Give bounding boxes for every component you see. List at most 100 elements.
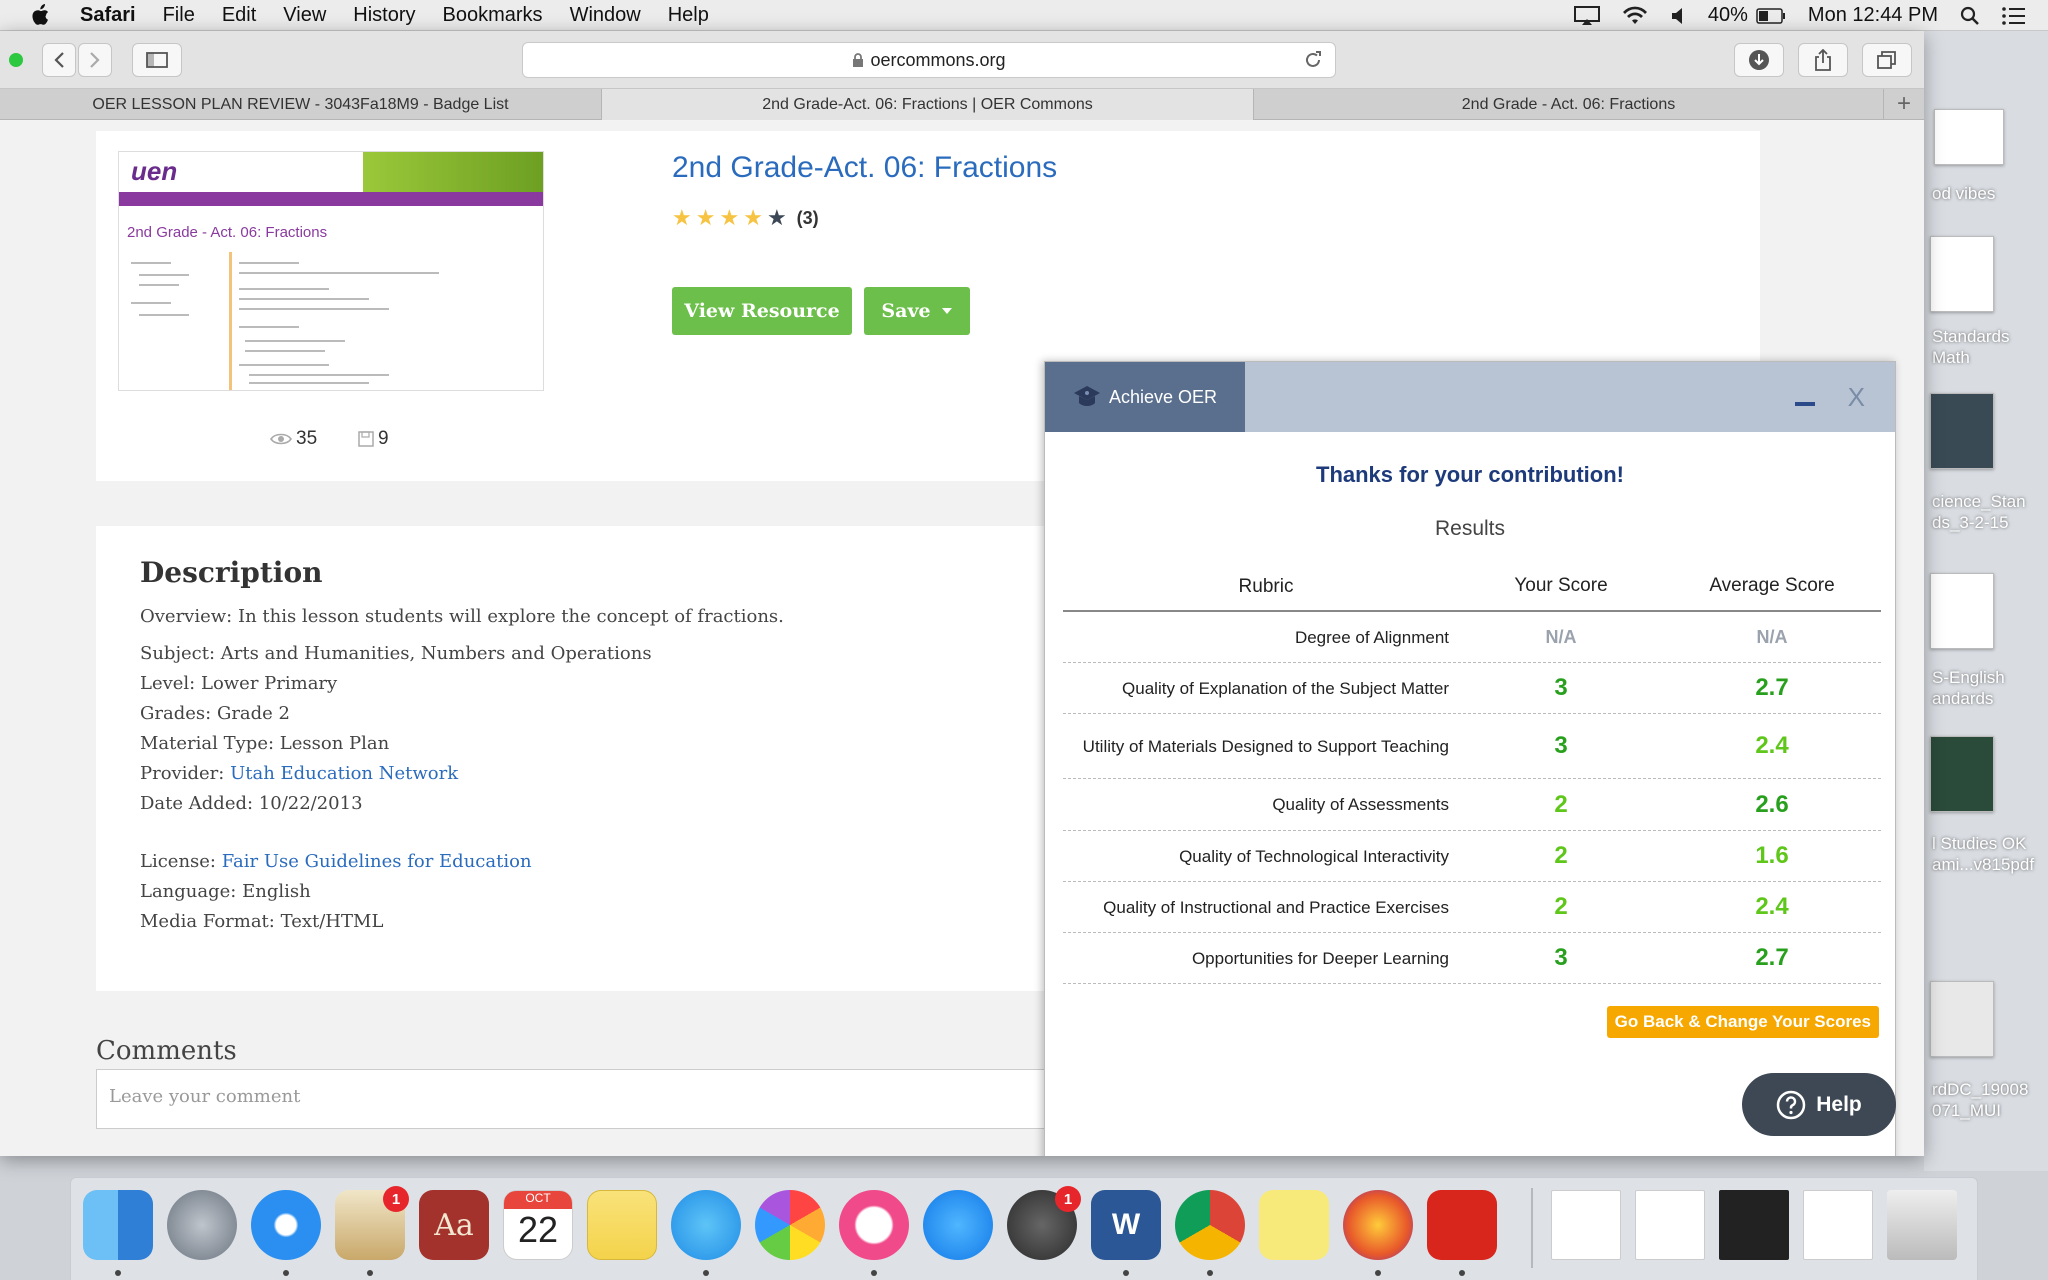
minimized-window-icon[interactable]	[1719, 1190, 1789, 1260]
level-line: Level: Lower Primary	[140, 673, 338, 694]
wifi-icon[interactable]	[1622, 6, 1648, 26]
average-score: 2.4	[1755, 732, 1789, 759]
provider-link[interactable]: Utah Education Network	[230, 763, 458, 784]
results-table: Rubric Your Score Average Score Degree o…	[1063, 562, 1881, 984]
desktop-file-icon[interactable]	[1934, 109, 2004, 165]
mail-icon[interactable]: 1	[335, 1186, 409, 1260]
photos-icon[interactable]	[755, 1190, 825, 1260]
system-preferences-icon[interactable]: 1	[1007, 1186, 1081, 1260]
desktop-file-icon[interactable]	[1930, 573, 1994, 649]
itunes-icon[interactable]	[839, 1190, 909, 1260]
grades-line: Grades: Grade 2	[140, 703, 291, 724]
menu-edit[interactable]: Edit	[222, 4, 256, 27]
chrome-icon[interactable]	[1175, 1190, 1245, 1260]
results-heading: Results	[1434, 517, 1506, 540]
oer-tab[interactable]: Achieve OER	[1045, 362, 1245, 432]
notes-icon[interactable]	[587, 1190, 657, 1260]
sidebar-toggle-button[interactable]	[132, 43, 182, 77]
go-back-change-scores-button[interactable]: Go Back & Change Your Scores	[1606, 1006, 1879, 1038]
help-button[interactable]: Help	[1742, 1073, 1896, 1136]
average-score: 2.6	[1755, 790, 1789, 818]
back-button[interactable]	[42, 43, 76, 77]
rubric-label: Quality of Instructional and Practice Ex…	[1103, 897, 1449, 917]
trash-icon[interactable]	[1887, 1190, 1957, 1260]
menu-history[interactable]: History	[353, 4, 415, 27]
desktop-drive-icon[interactable]	[1930, 981, 1994, 1057]
desktop-file-label: l Studies OK ami...v815pdf	[1932, 834, 2035, 874]
tab-badge-list[interactable]: OER LESSON PLAN REVIEW - 3043Fa18M9 - Ba…	[0, 89, 602, 120]
stickies-icon[interactable]	[1259, 1190, 1329, 1260]
table-header: Rubric Your Score Average Score	[1063, 562, 1881, 612]
address-bar[interactable]: oercommons.org	[522, 42, 1336, 78]
firefox-icon[interactable]	[1343, 1190, 1413, 1260]
minimized-window-icon[interactable]	[1803, 1190, 1873, 1260]
your-score: 3	[1554, 674, 1568, 701]
battery-icon[interactable]	[1756, 7, 1786, 24]
menu-view[interactable]: View	[283, 4, 326, 27]
table-row: Degree of Alignment N/A N/A	[1063, 612, 1881, 663]
word-icon[interactable]: W	[1091, 1190, 1161, 1260]
material-type-line: Material Type: Lesson Plan	[140, 733, 390, 754]
view-resource-button[interactable]: View Resource	[672, 287, 852, 335]
share-button[interactable]	[1798, 43, 1848, 77]
oer-panel-header: Achieve OER X	[1045, 362, 1895, 432]
question-circle-icon	[1776, 1090, 1806, 1119]
window-zoom-button[interactable]	[9, 53, 23, 67]
safari-icon[interactable]	[251, 1190, 321, 1260]
average-score: N/A	[1756, 626, 1788, 647]
tab-fractions[interactable]: 2nd Grade - Act. 06: Fractions	[1254, 89, 1884, 120]
minimized-window-icon[interactable]	[1635, 1190, 1705, 1260]
save-button[interactable]: Save	[864, 287, 970, 335]
achieve-oer-panel: Achieve OER X Thanks for your contributi…	[1044, 361, 1896, 1156]
tab-oer-commons[interactable]: 2nd Grade-Act. 06: Fractions | OER Commo…	[602, 89, 1254, 120]
description-heading: Description	[140, 556, 323, 589]
star-icon: ★	[695, 205, 716, 230]
menu-file[interactable]: File	[163, 4, 195, 27]
desktop-file-label: cience_Stan ds_3-2-15	[1932, 492, 2026, 532]
language-line: Language: English	[140, 881, 311, 902]
menu-safari[interactable]: Safari	[80, 4, 136, 27]
messages-icon[interactable]	[671, 1190, 741, 1260]
desktop-file-icon[interactable]	[1930, 393, 1994, 469]
tab-bar: OER LESSON PLAN REVIEW - 3043Fa18M9 - Ba…	[0, 89, 1924, 120]
license-link[interactable]: Fair Use Guidelines for Education	[222, 851, 532, 872]
finder-icon[interactable]	[83, 1190, 153, 1260]
desktop-file-icon[interactable]	[1930, 236, 1994, 312]
lock-icon	[853, 53, 864, 67]
minimize-button[interactable]	[1795, 402, 1815, 406]
menu-bookmarks[interactable]: Bookmarks	[443, 4, 543, 27]
your-score: 3	[1554, 732, 1568, 759]
average-score: 2.4	[1755, 893, 1789, 920]
average-score: 2.7	[1755, 674, 1789, 701]
calendar-icon[interactable]: OCT 22	[503, 1190, 573, 1260]
app-store-icon[interactable]	[923, 1190, 993, 1260]
sidebar-icon	[146, 52, 168, 68]
launchpad-icon[interactable]	[167, 1190, 237, 1260]
preferences-badge: 1	[1055, 1186, 1081, 1212]
tab-overview-button[interactable]	[1862, 43, 1912, 77]
minimized-window-icon[interactable]	[1551, 1190, 1621, 1260]
dictionary-icon[interactable]: Aa	[419, 1190, 489, 1260]
clock[interactable]: Mon 12:44 PM	[1808, 4, 1938, 27]
help-label: Help	[1816, 1092, 1862, 1116]
airplay-icon[interactable]	[1573, 5, 1600, 26]
close-button[interactable]: X	[1848, 382, 1865, 413]
oer-tab-label: Achieve OER	[1109, 386, 1218, 407]
spotlight-search-icon[interactable]	[1960, 6, 1980, 26]
downloads-button[interactable]	[1734, 43, 1784, 77]
resource-thumbnail[interactable]: uen 2nd Grade - Act. 06: Fractions	[118, 151, 544, 391]
acrobat-icon[interactable]	[1427, 1190, 1497, 1260]
forward-button[interactable]	[78, 43, 112, 77]
menu-window[interactable]: Window	[570, 4, 641, 27]
table-row: Quality of Instructional and Practice Ex…	[1063, 882, 1881, 933]
reload-icon[interactable]	[1303, 50, 1323, 70]
your-score: 2	[1554, 790, 1568, 818]
volume-icon[interactable]	[1670, 6, 1686, 26]
apple-icon[interactable]	[30, 4, 50, 26]
menu-help[interactable]: Help	[668, 4, 709, 27]
your-score: 2	[1554, 842, 1568, 869]
new-tab-button[interactable]: +	[1884, 89, 1924, 119]
resource-title[interactable]: 2nd Grade-Act. 06: Fractions	[672, 151, 1057, 185]
notification-center-icon[interactable]	[2002, 6, 2026, 25]
desktop-file-icon[interactable]	[1930, 736, 1994, 812]
